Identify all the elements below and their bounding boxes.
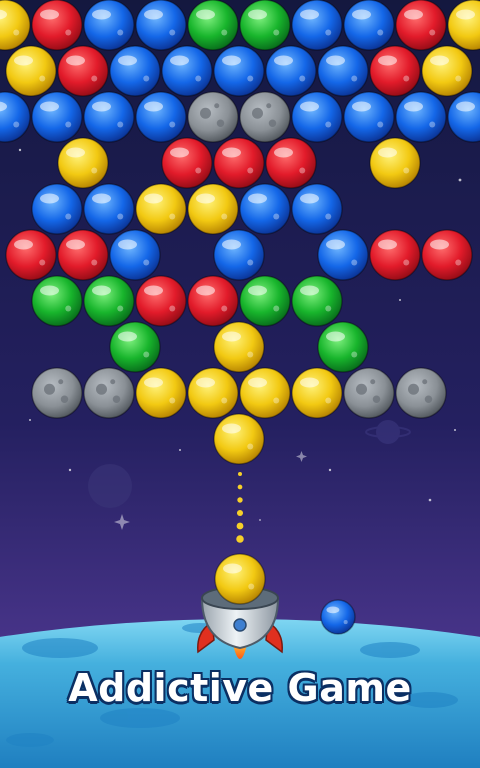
blue-bubble <box>291 183 343 235</box>
aim-dot <box>237 497 243 503</box>
loaded-bubble-ball <box>214 553 266 605</box>
blue-bubble <box>109 229 161 281</box>
aim-dot <box>236 535 244 543</box>
red-bubble <box>31 0 83 51</box>
red-bubble <box>161 137 213 189</box>
yellow-bubble <box>291 367 343 419</box>
yellow-bubble <box>57 137 109 189</box>
yellow-bubble <box>369 137 421 189</box>
yellow-bubble <box>5 45 57 97</box>
yellow-bubble <box>447 0 480 51</box>
loaded-bubble <box>214 553 266 605</box>
yellow-bubble <box>0 0 31 51</box>
next-bubble[interactable] <box>320 599 356 635</box>
green-bubble <box>291 275 343 327</box>
yellow-bubble <box>239 367 291 419</box>
red-bubble <box>135 275 187 327</box>
yellow-bubble <box>135 367 187 419</box>
blue-bubble <box>317 229 369 281</box>
rock-bubble <box>31 367 83 419</box>
red-bubble <box>213 137 265 189</box>
red-bubble <box>187 275 239 327</box>
aim-dot <box>237 484 243 490</box>
blue-bubble <box>135 0 187 51</box>
blue-bubble <box>83 0 135 51</box>
green-bubble <box>187 0 239 51</box>
green-bubble <box>239 275 291 327</box>
red-bubble <box>265 137 317 189</box>
green-bubble <box>239 0 291 51</box>
blue-bubble <box>447 91 480 143</box>
red-bubble <box>369 45 421 97</box>
red-bubble <box>369 229 421 281</box>
blue-bubble <box>291 91 343 143</box>
yellow-bubble <box>213 321 265 373</box>
red-bubble <box>421 229 473 281</box>
promo-caption: Addictive Game <box>68 666 412 710</box>
blue-bubble <box>161 45 213 97</box>
red-bubble <box>395 0 447 51</box>
game-board[interactable] <box>0 0 480 768</box>
launcher-window <box>233 618 247 632</box>
rock-bubble <box>343 367 395 419</box>
blue-bubble <box>0 91 31 143</box>
blue-bubble <box>239 183 291 235</box>
yellow-bubble <box>187 183 239 235</box>
aim-guide <box>236 472 244 543</box>
aim-dot <box>236 509 244 517</box>
bubble-grid <box>0 0 480 465</box>
aim-dot <box>238 472 242 476</box>
yellow-bubble <box>187 367 239 419</box>
red-bubble <box>57 229 109 281</box>
blue-bubble <box>109 45 161 97</box>
rock-bubble <box>83 367 135 419</box>
blue-bubble <box>135 91 187 143</box>
yellow-bubble <box>135 183 187 235</box>
blue-bubble <box>213 45 265 97</box>
blue-bubble <box>31 91 83 143</box>
blue-bubble <box>83 183 135 235</box>
blue-bubble <box>83 91 135 143</box>
yellow-bubble <box>421 45 473 97</box>
blue-bubble <box>343 0 395 51</box>
green-bubble <box>83 275 135 327</box>
red-bubble <box>5 229 57 281</box>
rock-bubble <box>187 91 239 143</box>
blue-bubble <box>343 91 395 143</box>
blue-bubble <box>291 0 343 51</box>
green-bubble <box>31 275 83 327</box>
game-screen[interactable]: Addictive Game <box>0 0 480 768</box>
yellow-bubble <box>213 413 265 465</box>
next-bubble-ball <box>320 599 356 635</box>
rock-bubble <box>239 91 291 143</box>
red-bubble <box>57 45 109 97</box>
blue-bubble <box>31 183 83 235</box>
aim-dot <box>236 522 244 530</box>
green-bubble <box>109 321 161 373</box>
blue-bubble <box>213 229 265 281</box>
rock-bubble <box>395 367 447 419</box>
blue-bubble <box>317 45 369 97</box>
blue-bubble <box>265 45 317 97</box>
green-bubble <box>317 321 369 373</box>
blue-bubble <box>395 91 447 143</box>
